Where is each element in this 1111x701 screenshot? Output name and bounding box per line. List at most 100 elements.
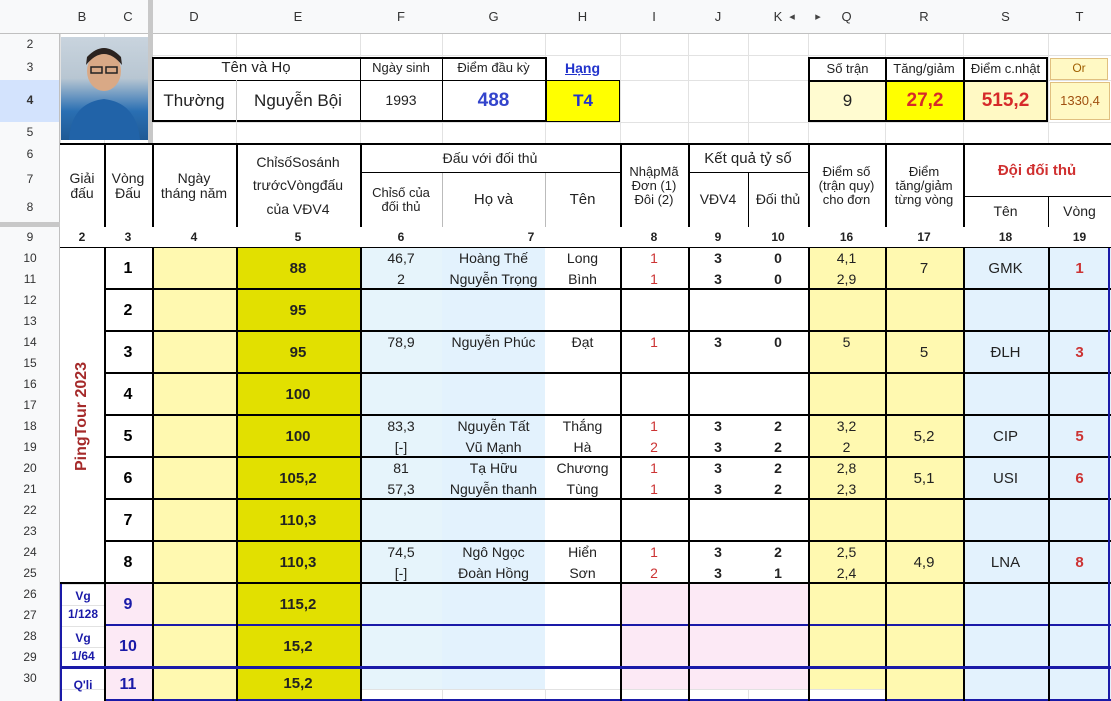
row-header-6[interactable]: 6 [0, 143, 60, 167]
doi-thu-ten[interactable] [545, 647, 620, 668]
doi-thu-ho[interactable]: Đoàn Hồng [442, 563, 545, 584]
diem-so[interactable]: 2,4 [808, 563, 885, 584]
diem-tg-2[interactable] [885, 290, 963, 332]
doi-thu-ho[interactable] [442, 584, 545, 605]
doi-ten-10[interactable] [963, 626, 1048, 668]
doi-thu-ho[interactable] [442, 647, 545, 668]
doi-thu-ten[interactable] [545, 374, 620, 395]
doi-thu-chiso[interactable]: 83,3 [360, 416, 442, 437]
doi-thu-ho[interactable] [442, 374, 545, 395]
doi-thu-chiso[interactable]: 2 [360, 269, 442, 290]
doi-thu-chiso[interactable] [360, 584, 442, 605]
doi-thu-chiso[interactable] [360, 500, 442, 521]
diem-tg-10[interactable] [885, 626, 963, 668]
doi-vong-9[interactable] [1048, 584, 1111, 626]
row-header-23[interactable]: 23 [0, 521, 60, 542]
doi-thu-ten[interactable] [545, 290, 620, 311]
doi-thu-score[interactable]: 0 [748, 269, 808, 290]
column-header-t[interactable]: T [1048, 0, 1111, 34]
diem-tg-7[interactable] [885, 500, 963, 542]
doi-thu-ten[interactable]: Đạt [545, 332, 620, 353]
ngay-cell[interactable] [152, 248, 236, 290]
doi-thu-ho[interactable] [442, 311, 545, 332]
doi-ten-1[interactable]: GMK [963, 248, 1048, 290]
diem-tg-5[interactable]: 5,2 [885, 416, 963, 458]
nhap-ma[interactable] [620, 290, 688, 311]
ngay-cell[interactable] [152, 290, 236, 332]
vdv4-score[interactable] [688, 521, 748, 542]
doi-thu-ten[interactable]: Hà [545, 437, 620, 458]
nhap-ma[interactable] [620, 311, 688, 332]
doi-thu-ho[interactable]: Nguyễn thanh [442, 479, 545, 500]
column-header-d[interactable]: D [152, 0, 236, 34]
column-header-j[interactable]: J [688, 0, 748, 34]
column-header-s[interactable]: S [963, 0, 1048, 34]
diem-so[interactable]: 4,1 [808, 248, 885, 269]
nhap-ma[interactable] [620, 353, 688, 374]
row-header-16[interactable]: 16 [0, 374, 60, 395]
diem-tg-4[interactable] [885, 374, 963, 416]
doi-thu-score[interactable] [748, 500, 808, 521]
vdv4-score[interactable] [688, 353, 748, 374]
diem-so[interactable]: 2,3 [808, 479, 885, 500]
nhap-ma[interactable]: 1 [620, 479, 688, 500]
vdv4-score[interactable] [688, 605, 748, 626]
expand-right-icon[interactable]: ▸ [812, 8, 824, 26]
doi-thu-chiso[interactable] [360, 668, 442, 689]
doi-thu-ten[interactable] [545, 353, 620, 374]
doi-thu-score[interactable] [748, 584, 808, 605]
doi-ten-8[interactable]: LNA [963, 542, 1048, 584]
doi-vong-2[interactable] [1048, 290, 1111, 332]
doi-thu-ten[interactable]: Hiển [545, 542, 620, 563]
column-header-i[interactable]: I [620, 0, 688, 34]
doi-thu-score[interactable] [748, 353, 808, 374]
row-header-4[interactable]: 4 [0, 80, 60, 122]
doi-thu-score[interactable] [748, 374, 808, 395]
column-header-g[interactable]: G [442, 0, 545, 34]
diem-tg-6[interactable]: 5,1 [885, 458, 963, 500]
diem-so[interactable] [808, 605, 885, 626]
doi-thu-score[interactable]: 2 [748, 458, 808, 479]
doi-thu-score[interactable] [748, 311, 808, 332]
nhap-ma[interactable]: 1 [620, 248, 688, 269]
doi-vong-3[interactable]: 3 [1048, 332, 1111, 374]
row-header-20[interactable]: 20 [0, 458, 60, 479]
doi-thu-ten[interactable] [545, 626, 620, 647]
doi-thu-chiso[interactable]: 46,7 [360, 248, 442, 269]
doi-thu-score[interactable] [748, 626, 808, 647]
doi-thu-ten[interactable]: Sơn [545, 563, 620, 584]
doi-thu-ten[interactable] [545, 500, 620, 521]
diem-so[interactable] [808, 668, 885, 689]
vdv4-score[interactable] [688, 311, 748, 332]
column-header-r[interactable]: R [885, 0, 963, 34]
doi-thu-ho[interactable]: Nguyễn Phúc [442, 332, 545, 353]
doi-thu-chiso[interactable] [360, 647, 442, 668]
nhap-ma[interactable] [620, 584, 688, 605]
doi-ten-6[interactable]: USI [963, 458, 1048, 500]
vdv4-score[interactable]: 3 [688, 416, 748, 437]
doi-thu-score[interactable]: 2 [748, 542, 808, 563]
doi-thu-chiso[interactable] [360, 353, 442, 374]
doi-ten-5[interactable]: CIP [963, 416, 1048, 458]
nhap-ma[interactable] [620, 395, 688, 416]
ngay-cell[interactable] [152, 416, 236, 458]
doi-thu-score[interactable] [748, 668, 808, 689]
row-header-27[interactable]: 27 [0, 605, 60, 626]
nhap-ma[interactable] [620, 500, 688, 521]
vdv4-score[interactable]: 3 [688, 458, 748, 479]
diem-so[interactable] [808, 584, 885, 605]
ngay-cell[interactable] [152, 626, 236, 668]
nhap-ma[interactable] [620, 374, 688, 395]
ngay-cell[interactable] [152, 584, 236, 626]
vdv4-score[interactable] [688, 668, 748, 689]
row-header-9[interactable]: 9 [0, 227, 60, 248]
ngay-cell[interactable] [152, 374, 236, 416]
doi-thu-ten[interactable] [545, 668, 620, 689]
doi-thu-ten[interactable]: Tùng [545, 479, 620, 500]
nhap-ma[interactable] [620, 605, 688, 626]
doi-thu-ho[interactable] [442, 605, 545, 626]
column-header-e[interactable]: E [236, 0, 360, 34]
doi-thu-ho[interactable]: Nguyễn Trọng [442, 269, 545, 290]
doi-thu-score[interactable] [748, 605, 808, 626]
vdv4-score[interactable]: 3 [688, 542, 748, 563]
